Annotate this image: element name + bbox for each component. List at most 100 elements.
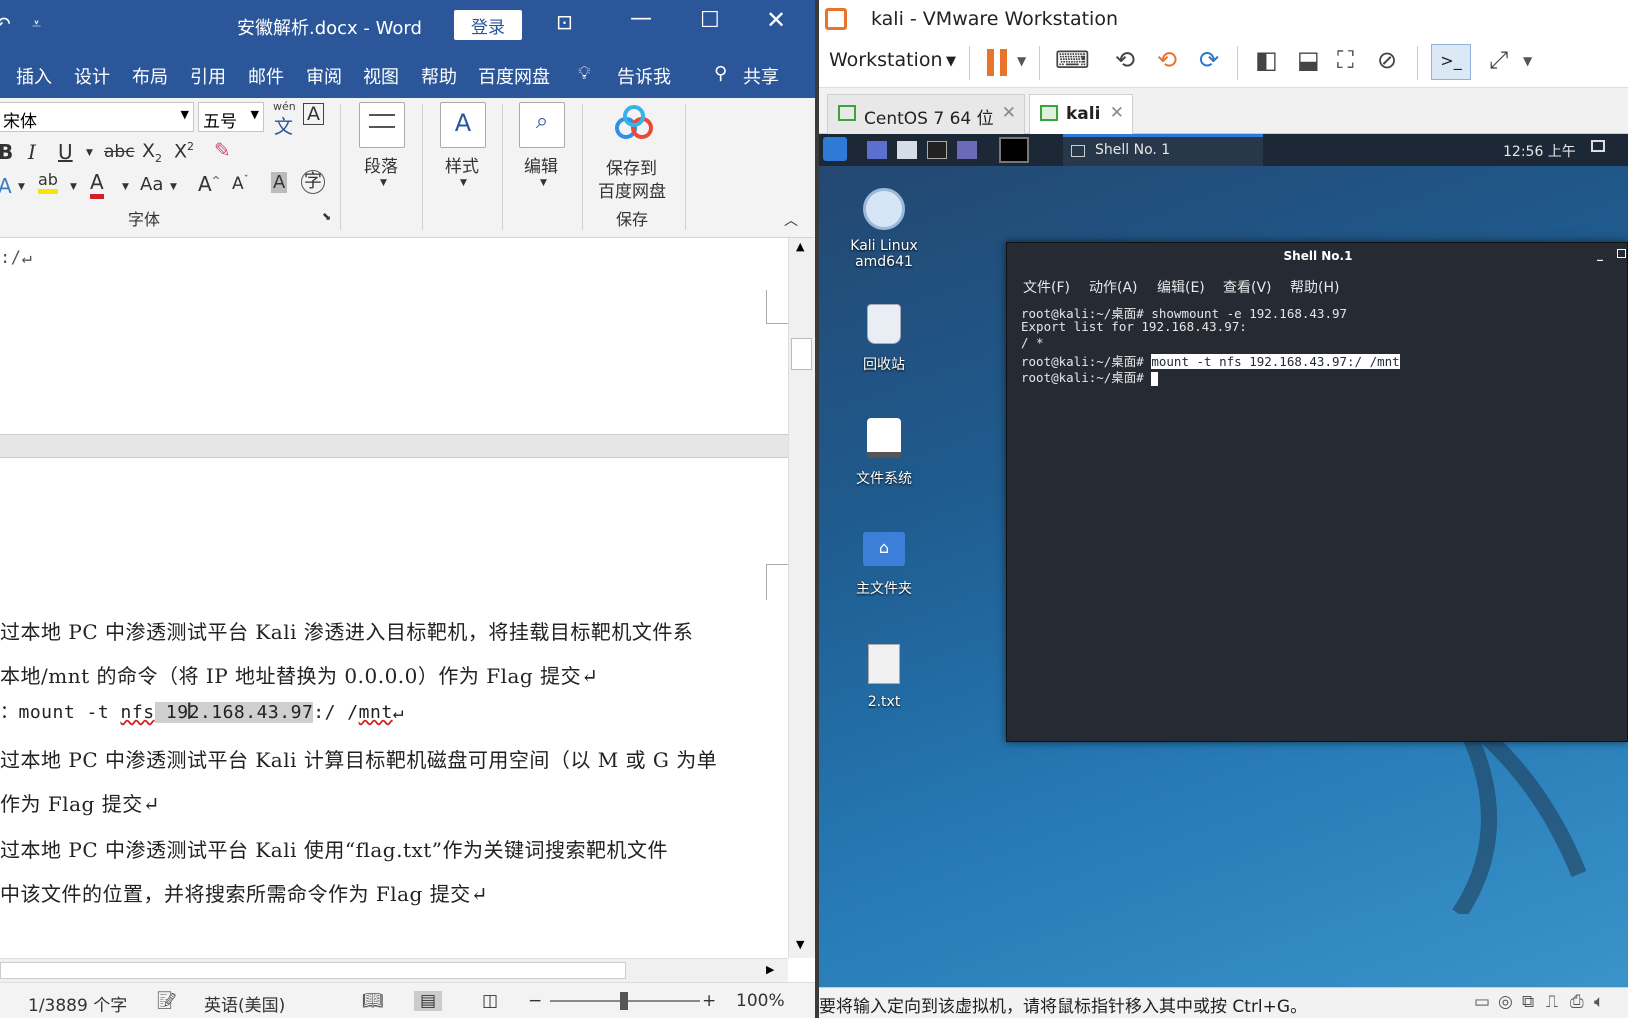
kali-menu-icon[interactable] bbox=[823, 137, 847, 161]
baidu-cloud-icon[interactable] bbox=[610, 104, 658, 144]
document-area[interactable]: :/↵ 过本地 PC 中渗透测试平台 Kali 渗透进入目标靶机，将挂载目标靶机… bbox=[0, 238, 788, 958]
paragraph-button[interactable]: 段落 bbox=[364, 152, 398, 177]
menu-tab-review[interactable]: 审阅 bbox=[306, 63, 342, 89]
enclose-char-icon[interactable]: 字 bbox=[301, 170, 325, 194]
zoom-slider[interactable] bbox=[550, 992, 700, 1010]
scroll-thumb[interactable] bbox=[791, 338, 812, 370]
language-indicator[interactable]: 英语(美国) bbox=[204, 991, 285, 1016]
desktop-icon-kali-linux[interactable]: Kali Linux amd641 bbox=[829, 188, 939, 270]
superscript-icon[interactable]: X2 bbox=[174, 140, 194, 162]
snapshot-manager-icon[interactable]: ⟳ bbox=[1199, 46, 1219, 74]
minimize-icon[interactable]: — bbox=[630, 6, 652, 31]
login-button[interactable]: 登录 bbox=[454, 10, 522, 40]
collapse-ribbon-icon[interactable]: ︿ bbox=[784, 210, 798, 230]
printer-icon[interactable]: ⎙ bbox=[1570, 992, 1584, 1012]
vertical-scrollbar[interactable]: ▲ ▼ bbox=[788, 238, 815, 958]
dialog-launcher-icon[interactable]: ⬊ bbox=[322, 210, 331, 223]
hdd-icon[interactable]: ▭ bbox=[1474, 992, 1490, 1012]
unity-icon[interactable]: ⊘ bbox=[1377, 46, 1397, 74]
user-icon[interactable]: ⚲ bbox=[714, 63, 727, 84]
char-shading-icon[interactable]: A bbox=[271, 172, 288, 193]
change-case-icon[interactable]: Aa bbox=[140, 174, 163, 195]
strikethrough-icon[interactable]: abc bbox=[104, 142, 135, 162]
fullscreen-icon[interactable]: ⛶ bbox=[1337, 46, 1354, 74]
highlight-icon[interactable]: ab bbox=[38, 170, 58, 194]
chevron-down-icon[interactable]: ▼ bbox=[946, 54, 956, 69]
clock[interactable]: 12:56 上午 bbox=[1503, 141, 1576, 161]
paragraph-icon[interactable] bbox=[359, 102, 405, 148]
zoom-in-icon[interactable]: + bbox=[702, 991, 716, 1011]
clear-format-icon[interactable]: ✎ bbox=[214, 138, 231, 162]
grow-font-icon[interactable]: A^ bbox=[198, 172, 220, 196]
maximize-icon[interactable]: ☐ bbox=[700, 8, 720, 33]
workspace-icon[interactable] bbox=[999, 137, 1029, 163]
chevron-down-icon[interactable]: ▼ bbox=[18, 182, 25, 192]
underline-icon[interactable]: U bbox=[58, 140, 73, 164]
font-size-dropdown[interactable]: 五号 ▼ bbox=[198, 102, 264, 132]
scroll-right-icon[interactable]: ▶ bbox=[766, 963, 774, 976]
styles-button[interactable]: 样式 bbox=[445, 152, 479, 177]
tell-me-button[interactable]: 告诉我 bbox=[617, 63, 671, 89]
menu-tab-design[interactable]: 设计 bbox=[74, 63, 110, 89]
menu-tab-insert[interactable]: 插入 bbox=[16, 63, 52, 89]
send-ctrl-alt-del-icon[interactable]: ⌨ bbox=[1055, 46, 1090, 74]
network-icon[interactable]: ⧉ bbox=[1522, 992, 1534, 1012]
revert-snapshot-icon[interactable]: ⟲ bbox=[1157, 46, 1177, 74]
menu-tab-baidu[interactable]: 百度网盘 bbox=[478, 63, 550, 89]
show-desktop-icon[interactable] bbox=[867, 141, 887, 159]
close-icon[interactable]: ✕ bbox=[766, 6, 786, 34]
zoom-level[interactable]: 100% bbox=[736, 991, 785, 1011]
thumbnail-view-icon[interactable]: ⬓ bbox=[1297, 46, 1320, 74]
close-tab-icon[interactable]: ✕ bbox=[1002, 103, 1016, 123]
font-color-icon[interactable]: A bbox=[90, 170, 104, 199]
customize-qat-icon[interactable]: ⩡ bbox=[32, 14, 41, 34]
find-icon[interactable]: ⌕ bbox=[519, 102, 565, 148]
scroll-down-icon[interactable]: ▼ bbox=[796, 938, 804, 951]
terminal-menu-edit[interactable]: 编辑(E) bbox=[1157, 277, 1205, 297]
terminal-window[interactable]: Shell No.1 _ 文件(F) 动作(A) 编辑(E) 查看(V) 帮助(… bbox=[1006, 242, 1628, 742]
sound-icon[interactable]: 🔈︎ bbox=[1594, 992, 1604, 1012]
usb-icon[interactable]: ⎍ bbox=[1546, 992, 1558, 1012]
chevron-down-icon[interactable]: ▼ bbox=[1017, 54, 1026, 68]
scroll-up-icon[interactable]: ▲ bbox=[796, 240, 804, 253]
hscroll-thumb[interactable] bbox=[0, 962, 626, 979]
terminal-menu-view[interactable]: 查看(V) bbox=[1223, 277, 1272, 297]
terminal-icon[interactable] bbox=[927, 141, 947, 159]
desktop-icon-filesystem[interactable]: 文件系统 bbox=[829, 418, 939, 488]
menu-tab-help[interactable]: 帮助 bbox=[421, 63, 457, 89]
web-layout-icon[interactable]: ◫ bbox=[482, 991, 498, 1011]
char-border-icon[interactable]: A bbox=[303, 103, 324, 125]
word-count[interactable]: 1/3889 个字 bbox=[28, 991, 127, 1016]
tab-kali[interactable]: kali ✕ bbox=[1029, 94, 1133, 134]
minimize-icon[interactable]: _ bbox=[1597, 247, 1603, 261]
taskbar-shell[interactable]: Shell No. 1 bbox=[1063, 134, 1263, 166]
snapshot-icon[interactable]: ⟲ bbox=[1115, 46, 1135, 74]
save-to-baidu-button[interactable]: 保存到 bbox=[606, 154, 657, 179]
text-effect-icon[interactable]: A bbox=[0, 174, 12, 198]
proofing-icon[interactable]: 📝︎ bbox=[156, 991, 178, 1011]
file-manager-icon[interactable] bbox=[897, 141, 917, 159]
menu-tab-references[interactable]: 引用 bbox=[190, 63, 226, 89]
lightbulb-icon[interactable]: 💡︎ bbox=[578, 63, 591, 84]
pause-icon[interactable] bbox=[987, 49, 1007, 76]
font-name-dropdown[interactable]: 宋体 ▼ bbox=[0, 102, 194, 132]
stretch-icon[interactable]: ⤢ bbox=[1489, 46, 1508, 74]
chevron-down-icon[interactable]: ▼ bbox=[70, 182, 77, 192]
chevron-down-icon[interactable]: ▼ bbox=[170, 182, 177, 192]
zoom-slider-thumb[interactable] bbox=[620, 992, 628, 1010]
close-tab-icon[interactable]: ✕ bbox=[1110, 103, 1124, 123]
cdrom-icon[interactable]: ◎ bbox=[1498, 992, 1513, 1012]
terminal-menu-help[interactable]: 帮助(H) bbox=[1290, 277, 1339, 297]
guest-display[interactable]: Shell No. 1 12:56 上午 Kali Linux amd641 回… bbox=[819, 134, 1628, 987]
horizontal-scroll-track[interactable]: ▶ bbox=[0, 958, 788, 982]
tab-centos[interactable]: CentOS 7 64 位 ✕ bbox=[827, 94, 1025, 134]
ribbon-display-icon[interactable]: ⊡ bbox=[556, 10, 573, 34]
browser-icon[interactable] bbox=[957, 141, 977, 159]
console-view-icon[interactable]: >_ bbox=[1431, 44, 1471, 80]
italic-icon[interactable]: I bbox=[28, 140, 36, 164]
sidebar-view-icon[interactable]: ◧ bbox=[1255, 46, 1278, 74]
menu-tab-view[interactable]: 视图 bbox=[363, 63, 399, 89]
terminal-menu-file[interactable]: 文件(F) bbox=[1023, 277, 1070, 297]
menu-tab-mailings[interactable]: 邮件 bbox=[248, 63, 284, 89]
desktop-icon-home[interactable]: ⌂ 主文件夹 bbox=[829, 532, 939, 598]
